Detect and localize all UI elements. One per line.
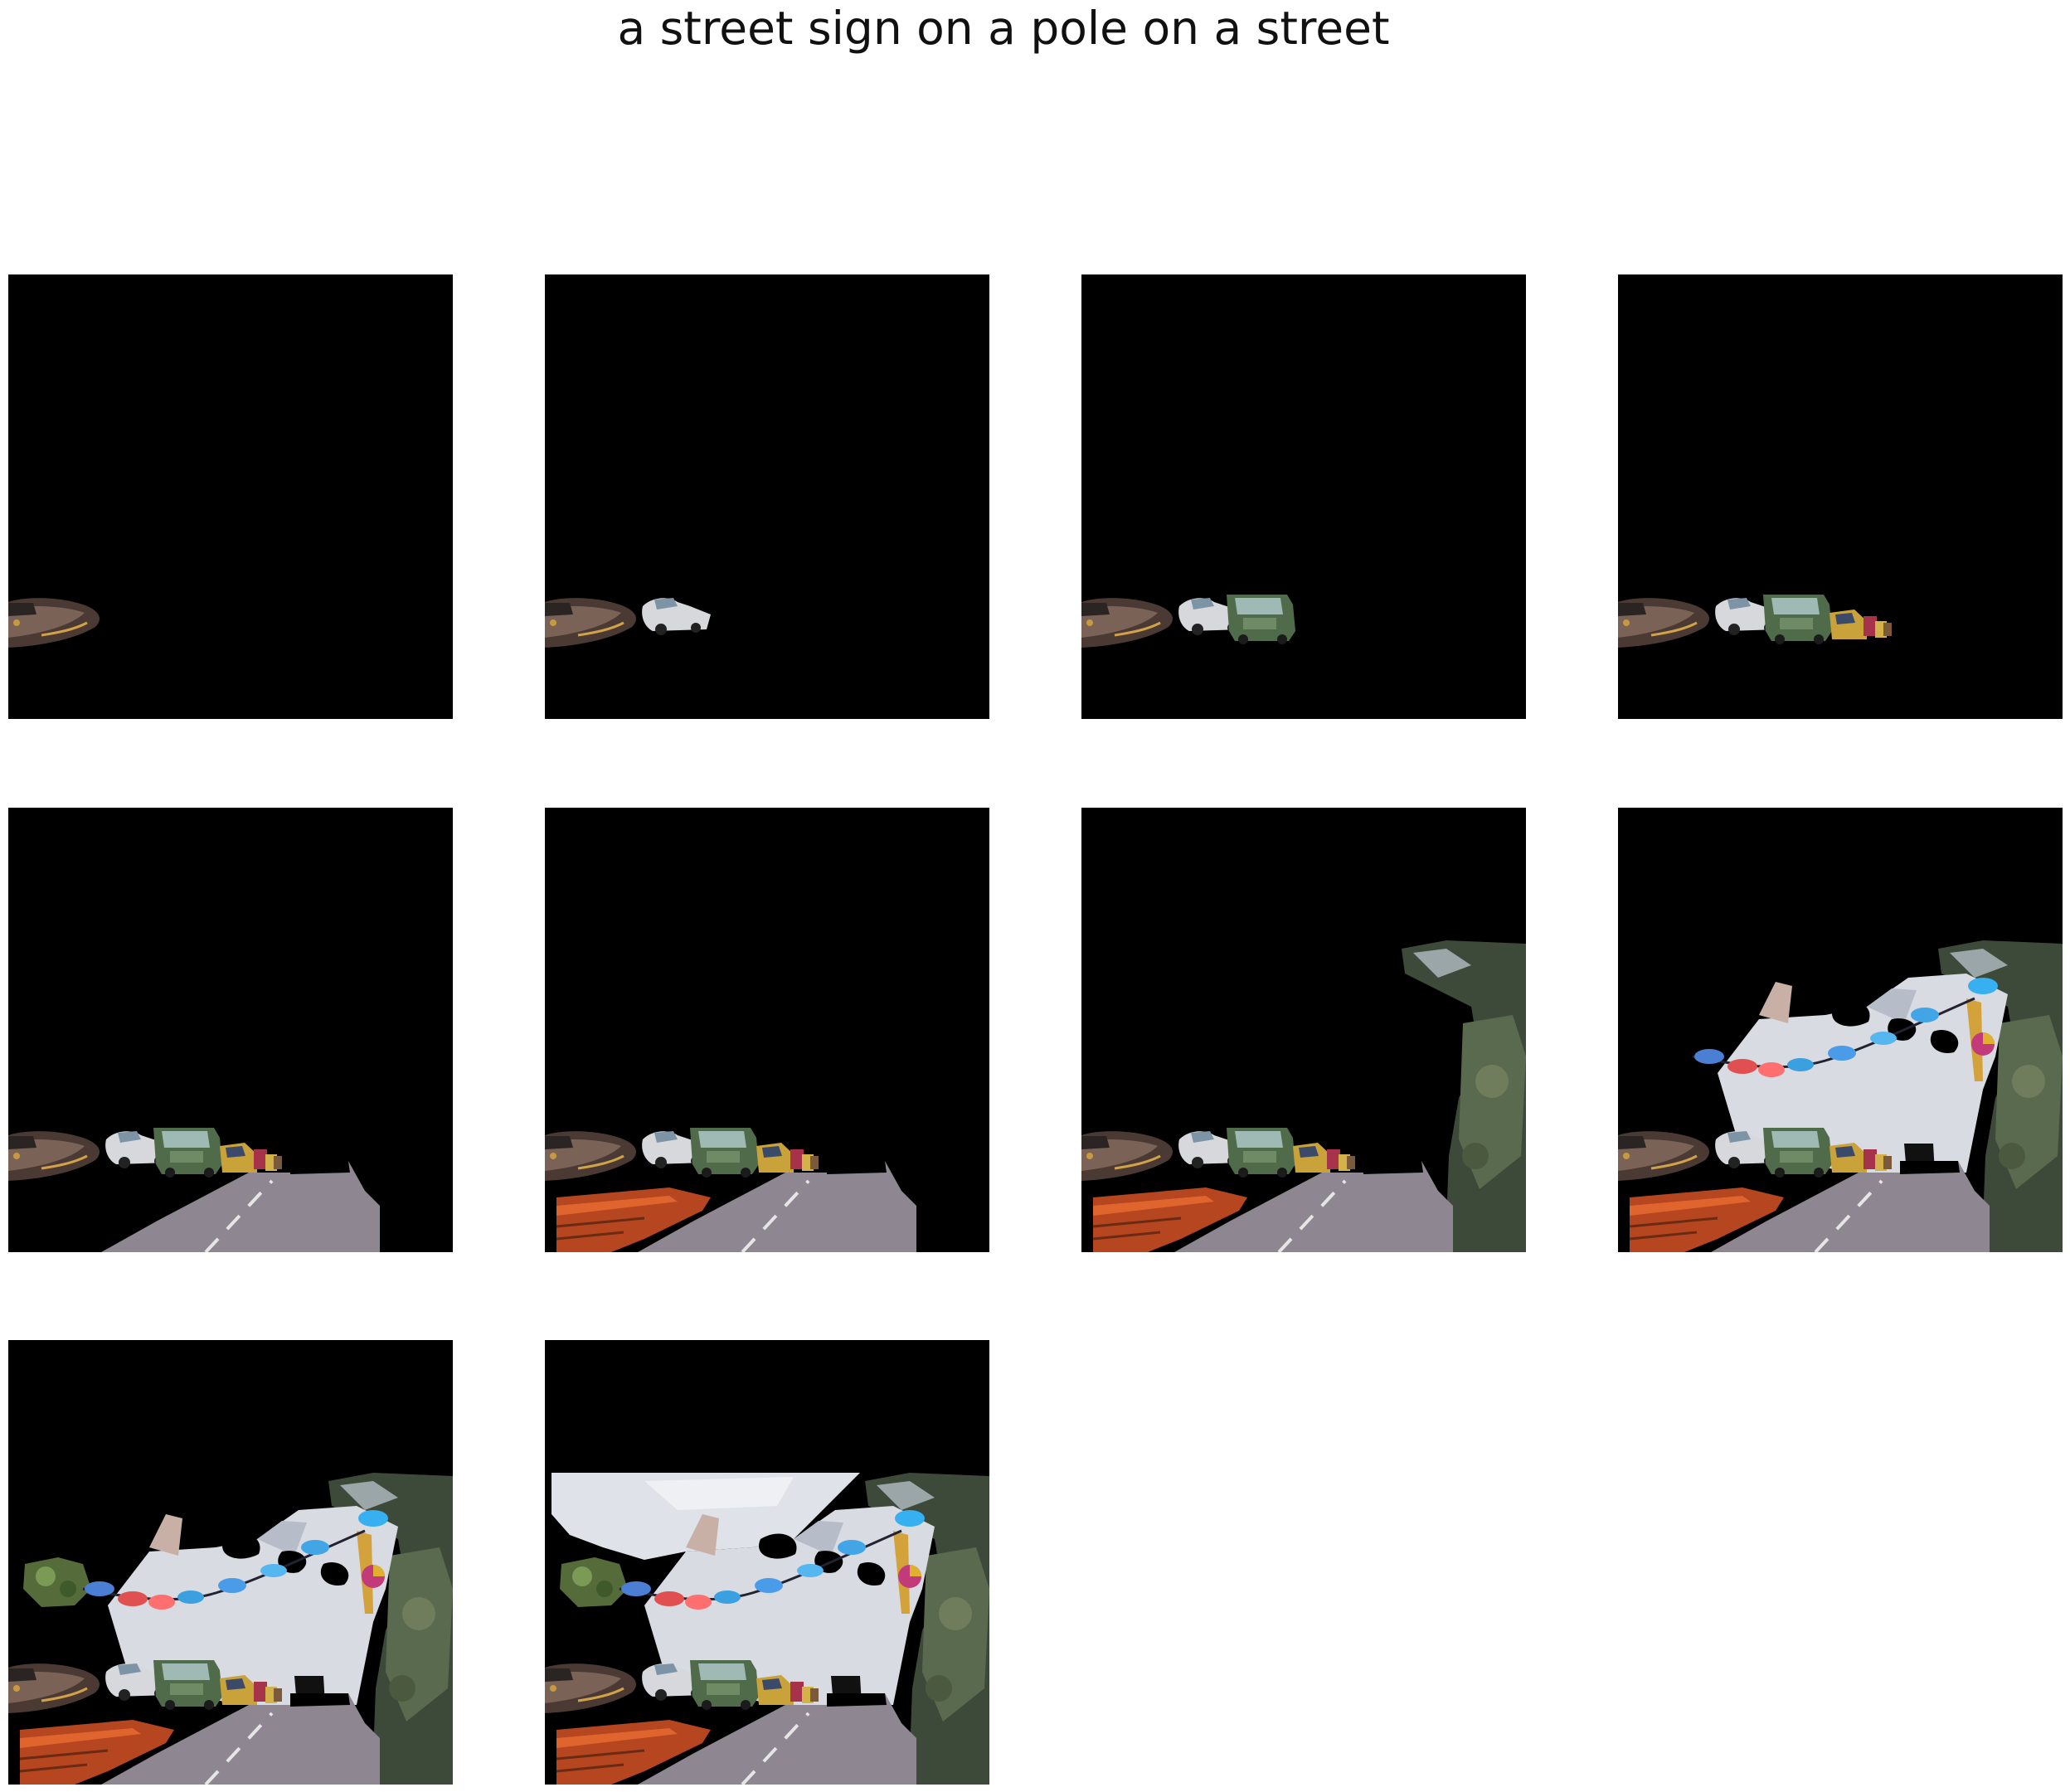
region-car-left [545, 1131, 636, 1181]
region-yellow-vehicles [756, 1143, 819, 1173]
panel-3 [1081, 274, 1526, 719]
region-green-truck [690, 1128, 759, 1178]
region-car-left [8, 1131, 100, 1181]
panel-6 [545, 808, 989, 1252]
region-road [101, 1161, 380, 1252]
panel-image-3 [1081, 595, 1295, 648]
panel-7 [1081, 808, 1526, 1252]
region-white-car [642, 598, 711, 635]
panel-image-4 [1618, 595, 1892, 648]
region-green-truck [153, 1660, 222, 1710]
panel-image-8 [1618, 940, 2063, 1252]
panel-1 [8, 274, 453, 719]
region-green-truck [1763, 1128, 1832, 1178]
panel-2 [545, 274, 989, 719]
panel-image-7 [1081, 940, 1526, 1252]
panel-image-2 [545, 598, 711, 648]
region-tree-left [23, 1557, 91, 1607]
region-car-left [8, 1663, 100, 1713]
region-car-left [545, 1663, 636, 1713]
panel-8 [1618, 808, 2063, 1252]
region-car-left [1618, 1131, 1709, 1181]
region-yellow-vehicles [220, 1143, 282, 1173]
panel-10 [545, 1340, 989, 1785]
panel-5 [8, 808, 453, 1252]
region-yellow-vehicles [1293, 1143, 1355, 1173]
panel-image-1 [8, 598, 100, 648]
region-green-truck [690, 1660, 759, 1710]
region-car-left [1081, 598, 1173, 648]
region-green-truck [1227, 1128, 1295, 1178]
panel-4 [1618, 274, 2063, 719]
region-car-left [8, 598, 100, 648]
panel-image-6 [545, 1128, 916, 1252]
region-car-left [1081, 1131, 1173, 1181]
panel-image-10 [545, 1473, 989, 1785]
region-green-truck [153, 1128, 222, 1178]
region-tree-left [560, 1557, 628, 1607]
region-green-truck [1227, 595, 1295, 644]
figure-title: a street sign on a pole on a street [617, 2, 1390, 55]
panel-image-5 [8, 1128, 380, 1252]
region-yellow-vehicles [1829, 609, 1892, 639]
region-car-left [545, 598, 636, 648]
panel-9 [8, 1340, 453, 1785]
region-green-truck [1763, 595, 1832, 644]
panel-image-9 [8, 1473, 453, 1785]
region-car-left [1618, 598, 1709, 648]
